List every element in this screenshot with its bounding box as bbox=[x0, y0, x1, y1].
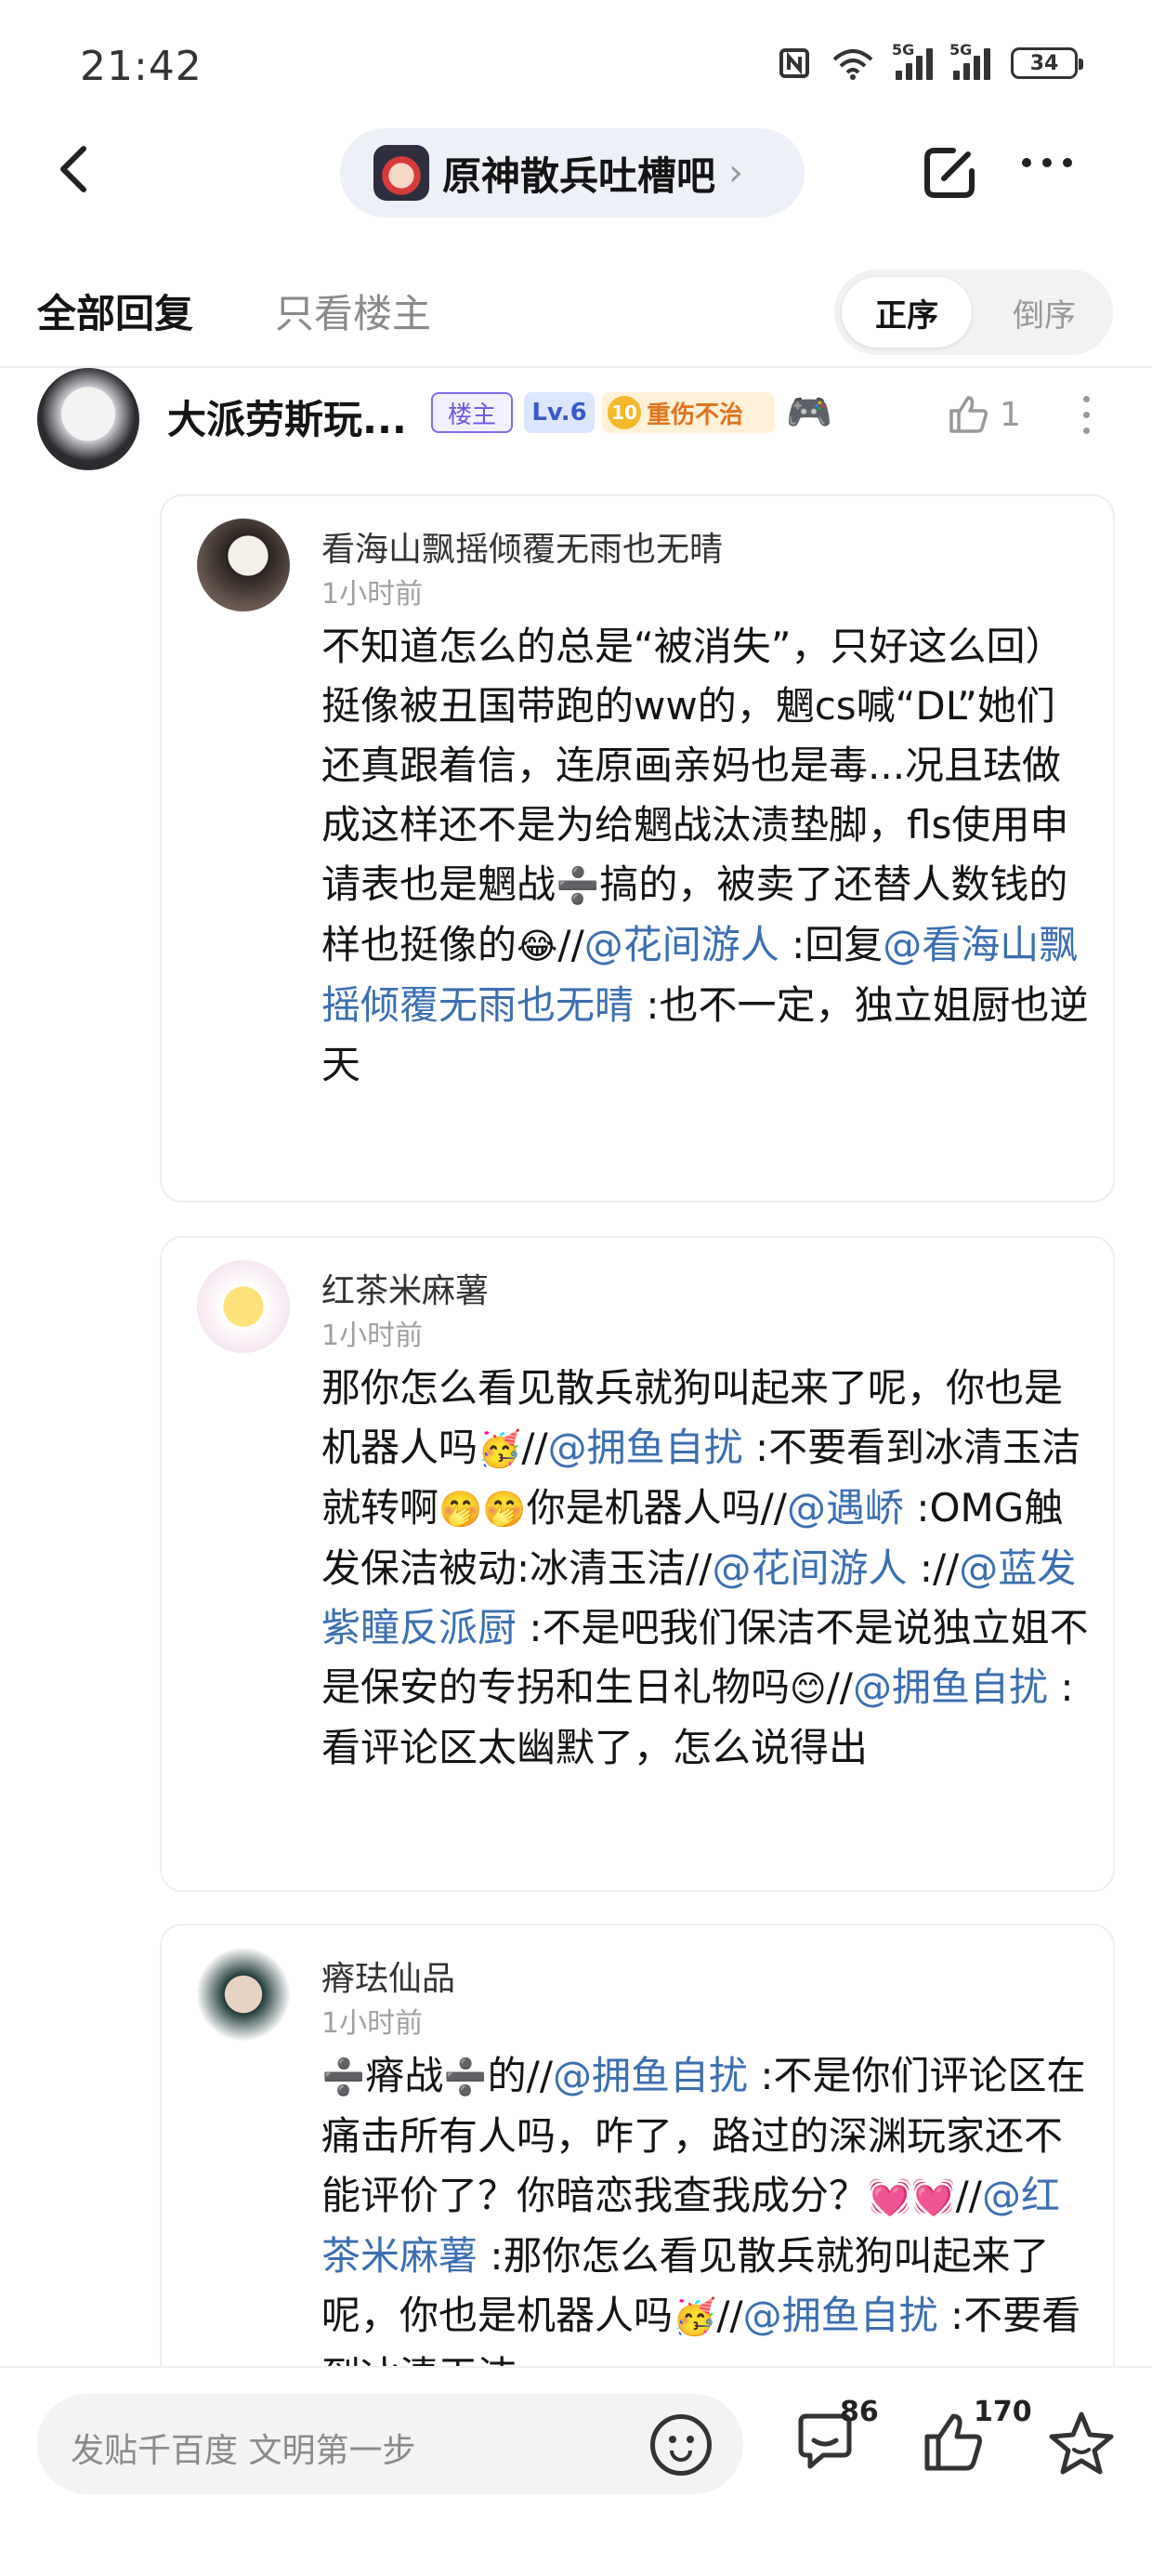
emoji-icon: ➗ bbox=[443, 2057, 488, 2097]
bottom-bar: 发贴千百度 文明第一步 86 170 bbox=[0, 2366, 1152, 2576]
reply-input[interactable]: 发贴千百度 文明第一步 bbox=[37, 2394, 743, 2494]
order-toggle: 正序 倒序 bbox=[834, 269, 1113, 355]
reply-placeholder: 发贴千百度 文明第一步 bbox=[71, 2432, 416, 2470]
network-label: 5G bbox=[892, 41, 915, 59]
comment-card[interactable]: 瘠珐仙品 1小时前 ➗瘠战➗的//@拥鱼自扰 :不是你们评论区在痛击所有人吗，咋… bbox=[160, 1924, 1115, 2407]
reply-tabs: 全部回复 只看楼主 正序 倒序 bbox=[0, 260, 1152, 362]
emoji-icon: 🥳 bbox=[673, 2296, 717, 2337]
chevron-right-icon: › bbox=[728, 151, 744, 194]
signal-icon: 5G bbox=[892, 41, 933, 80]
comment-time: 1小时前 bbox=[321, 578, 424, 611]
emoji-icon: 💓💓 bbox=[868, 2176, 956, 2217]
comment-text: // bbox=[557, 922, 584, 967]
edit-icon[interactable] bbox=[920, 143, 979, 203]
user-mention-link[interactable]: @拥鱼自扰 bbox=[553, 2053, 748, 2098]
back-arrow-icon[interactable] bbox=[48, 141, 104, 197]
medal-icon: 10 bbox=[608, 396, 641, 429]
comment-text: // bbox=[826, 1664, 853, 1710]
comment-card[interactable]: 红茶米麻薯 1小时前 那你怎么看见散兵就狗叫起来了呢，你也是机器人吗🥳//@拥鱼… bbox=[160, 1236, 1115, 1892]
comment-text: // bbox=[521, 1425, 548, 1470]
star-icon[interactable] bbox=[1046, 2409, 1117, 2479]
comment-card[interactable]: 看海山飘摇倾覆无雨也无晴 1小时前 不知道怎么的总是“被消失”，只好这么回）挺像… bbox=[160, 494, 1115, 1203]
tab-all-replies[interactable]: 全部回复 bbox=[37, 283, 193, 339]
forum-pill[interactable]: 原神散兵吐槽吧 › bbox=[340, 128, 805, 217]
thumbs-up-icon bbox=[949, 396, 988, 433]
comment-text: 你是机器人吗// bbox=[526, 1485, 787, 1531]
avatar[interactable] bbox=[197, 1948, 290, 2041]
avatar[interactable] bbox=[197, 1260, 290, 1353]
tab-only-op[interactable]: 只看楼主 bbox=[275, 283, 431, 339]
title-badge-label: 重伤不治 bbox=[647, 401, 744, 429]
level-badge: Lv.6 bbox=[524, 392, 595, 433]
user-mention-link[interactable]: @拥鱼自扰 bbox=[743, 2293, 938, 2338]
comment-text: 的// bbox=[487, 2053, 553, 2098]
user-mention-link[interactable]: @拥鱼自扰 bbox=[548, 1425, 743, 1470]
game-emoji: 🎮 bbox=[786, 391, 832, 434]
status-bar: 21:42 5G 5G 34 bbox=[0, 0, 1152, 130]
avatar[interactable] bbox=[197, 519, 290, 611]
op-header: 大派劳斯玩... 楼主 Lv.6 10 重伤不治 🎮 1 bbox=[0, 368, 1152, 480]
avatar[interactable] bbox=[37, 368, 139, 470]
nav-bar: 原神散兵吐槽吧 › bbox=[0, 121, 1152, 223]
comment-body: ➗瘠战➗的//@拥鱼自扰 :不是你们评论区在痛击所有人吗，咋了，路过的深渊玩家还… bbox=[321, 2046, 1093, 2405]
comment-body: 那你怎么看见散兵就狗叫起来了呢，你也是机器人吗🥳//@拥鱼自扰 :不要看到冰清玉… bbox=[321, 1359, 1093, 1778]
comment-time: 1小时前 bbox=[321, 2007, 424, 2040]
wifi-icon bbox=[832, 49, 873, 80]
emoji-icon[interactable] bbox=[650, 2414, 712, 2476]
emoji-icon: 😂 bbox=[517, 926, 558, 966]
emoji-icon: ➗ bbox=[556, 865, 600, 906]
comment-time: 1小时前 bbox=[321, 1320, 424, 1352]
comment-text: // bbox=[955, 2173, 982, 2218]
signal-icon: 5G bbox=[949, 41, 990, 80]
emoji-icon: 🥳 bbox=[478, 1428, 522, 1469]
comment-body: 不知道怎么的总是“被消失”，只好这么回）挺像被丑国带跑的ww的，魍cs喊“DL”… bbox=[321, 617, 1093, 1095]
comment-username[interactable]: 瘠珐仙品 bbox=[321, 1952, 455, 2000]
comment-text: 瘠战 bbox=[365, 2053, 444, 2098]
user-mention-link[interactable]: @花间游人 bbox=[712, 1545, 907, 1591]
emoji-icon: ➗ bbox=[321, 2057, 366, 2097]
forum-avatar bbox=[373, 145, 429, 201]
emoji-icon: 🤭🤭 bbox=[439, 1489, 527, 1530]
emoji-icon: 😊 bbox=[790, 1668, 827, 1709]
op-username[interactable]: 大派劳斯玩... bbox=[167, 388, 407, 445]
user-mention-link[interactable]: @拥鱼自扰 bbox=[853, 1664, 1048, 1710]
comment-text: :// bbox=[907, 1545, 960, 1591]
user-mention-link[interactable]: @遇峤 bbox=[787, 1485, 904, 1531]
comment-username[interactable]: 看海山飘摇倾覆无雨也无晴 bbox=[321, 522, 723, 571]
comment-count: 86 bbox=[840, 2396, 879, 2428]
more-icon[interactable] bbox=[1022, 158, 1072, 167]
comment-username[interactable]: 红茶米麻薯 bbox=[321, 1264, 489, 1312]
comment-text: // bbox=[716, 2293, 743, 2338]
like-count: 170 bbox=[974, 2396, 1032, 2428]
op-like-count: 1 bbox=[1000, 395, 1021, 434]
forum-name: 原神散兵吐槽吧 bbox=[442, 152, 716, 199]
status-icons: 5G 5G 34 bbox=[779, 41, 1083, 80]
title-badge: 10 重伤不治 bbox=[602, 392, 775, 433]
order-asc-button[interactable]: 正序 bbox=[842, 277, 972, 348]
network-label: 5G bbox=[949, 41, 973, 59]
nfc-icon bbox=[779, 48, 809, 78]
status-time: 21:42 bbox=[80, 43, 203, 90]
battery-icon: 34 bbox=[1011, 47, 1083, 79]
op-like-button[interactable]: 1 bbox=[946, 392, 1021, 437]
host-badge: 楼主 bbox=[431, 392, 513, 433]
more-icon[interactable] bbox=[1083, 396, 1090, 434]
comment-text: :回复 bbox=[779, 922, 884, 967]
order-desc-button[interactable]: 倒序 bbox=[981, 277, 1107, 348]
user-mention-link[interactable]: @花间游人 bbox=[584, 922, 779, 967]
